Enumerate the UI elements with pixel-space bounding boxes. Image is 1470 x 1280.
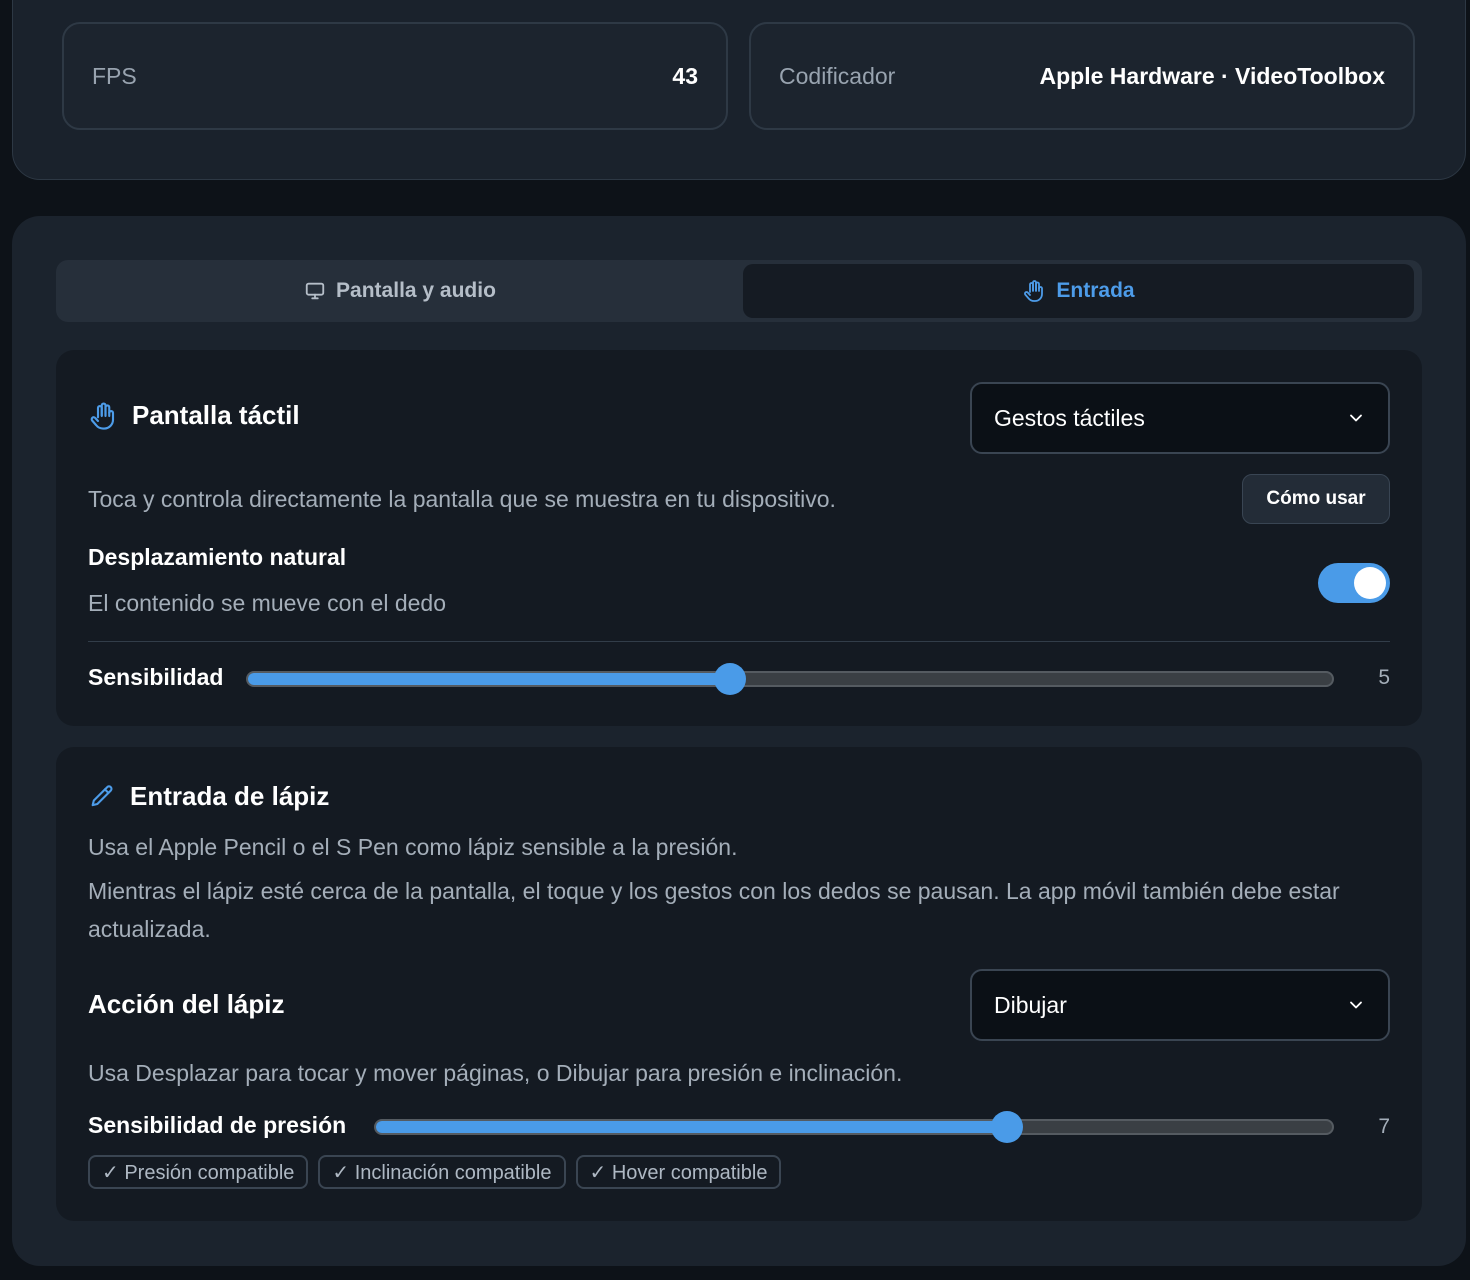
settings-tabs: Pantalla y audio Entrada (56, 260, 1422, 322)
pencil-section: Entrada de lápiz Usa el Apple Pencil o e… (56, 747, 1422, 1221)
sensitivity-slider[interactable] (246, 663, 1334, 695)
touch-section-header: Pantalla táctil (88, 400, 300, 431)
slider-thumb[interactable] (990, 1111, 1023, 1143)
sensitivity-value: 5 (1378, 666, 1390, 689)
pencil-action-value: Dibujar (994, 991, 1067, 1018)
badge-hover: ✓ Hover compatible (575, 1155, 782, 1189)
tab-display-audio[interactable]: Pantalla y audio (60, 264, 740, 318)
natural-scroll-hint: El contenido se mueve con el dedo (88, 590, 447, 616)
touch-section: Pantalla táctil Gestos táctiles Toca y c… (56, 350, 1422, 726)
tab-input[interactable]: Entrada (743, 264, 1414, 318)
pencil-description-1: Usa el Apple Pencil o el S Pen como lápi… (88, 834, 738, 860)
touch-section-title: Pantalla táctil (132, 400, 300, 430)
touch-mode-select[interactable]: Gestos táctiles (970, 382, 1390, 454)
slider-fill (248, 673, 731, 685)
pencil-section-title: Entrada de lápiz (130, 781, 330, 811)
tab-display-audio-label: Pantalla y audio (336, 279, 496, 302)
slider-fill (376, 1121, 1007, 1133)
pencil-action-select[interactable]: Dibujar (970, 969, 1390, 1041)
chevron-down-icon (1346, 408, 1366, 428)
pressure-slider[interactable] (374, 1111, 1334, 1143)
divider (88, 641, 1390, 642)
natural-scroll-toggle[interactable] (1318, 563, 1390, 603)
touch-mode-value: Gestos táctiles (994, 404, 1145, 431)
stat-fps: FPS 43 (62, 22, 728, 130)
how-to-use-button[interactable]: Cómo usar (1242, 474, 1390, 524)
chevron-down-icon (1346, 995, 1366, 1015)
touch-description: Toca y controla directamente la pantalla… (88, 486, 836, 512)
stat-fps-value: 43 (672, 62, 698, 89)
pencil-icon (88, 783, 116, 811)
pencil-section-header: Entrada de lápiz (88, 781, 329, 812)
monitor-icon (304, 280, 326, 302)
capability-badges: ✓ Presión compatible ✓ Inclinación compa… (88, 1155, 782, 1189)
hand-icon (1022, 279, 1046, 303)
pencil-action-label: Acción del lápiz (88, 989, 285, 1019)
natural-scroll-label: Desplazamiento natural (88, 544, 347, 570)
pressure-value: 7 (1378, 1115, 1390, 1138)
hand-icon (88, 401, 118, 431)
pressure-label: Sensibilidad de presión (88, 1112, 347, 1138)
badge-pressure: ✓ Presión compatible (88, 1155, 309, 1189)
stat-encoder-label: Codificador (779, 62, 896, 89)
badge-tilt: ✓ Inclinación compatible (318, 1155, 566, 1189)
slider-thumb[interactable] (714, 663, 747, 695)
tab-input-label: Entrada (1056, 279, 1135, 302)
sensitivity-label: Sensibilidad (88, 664, 224, 690)
pencil-action-hint: Usa Desplazar para tocar y mover páginas… (88, 1060, 903, 1086)
stat-encoder: Codificador Apple Hardware · VideoToolbo… (749, 22, 1415, 130)
stat-encoder-value: Apple Hardware · VideoToolbox (1039, 62, 1385, 89)
stat-fps-label: FPS (92, 62, 137, 89)
toggle-knob (1354, 567, 1386, 599)
pencil-description-2: Mientras el lápiz esté cerca de la panta… (88, 878, 1340, 942)
